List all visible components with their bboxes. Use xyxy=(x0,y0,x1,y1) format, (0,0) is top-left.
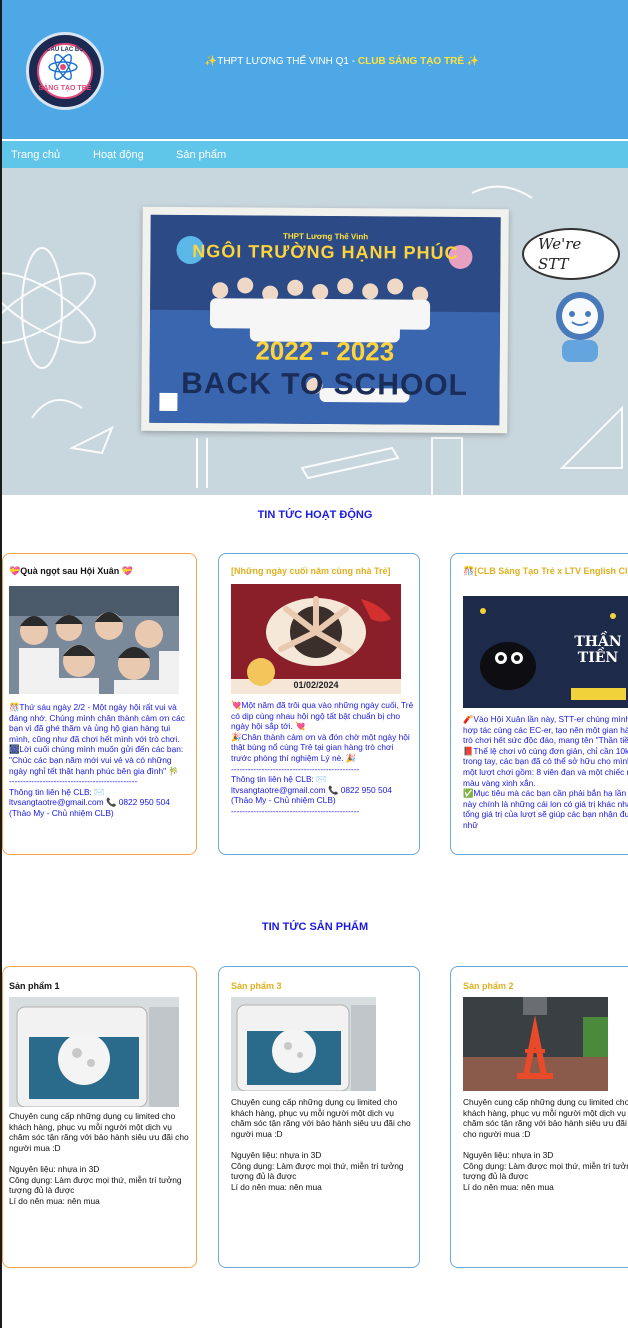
news-image-title: THẦN TIỀN xyxy=(574,634,622,666)
product-card[interactable]: Sản phẩm 2 Chuyên cung cấp những dụng cụ… xyxy=(450,966,628,1268)
nav-item-products[interactable]: Sản phẩm xyxy=(176,149,226,161)
banner-year: 2022 - 2023 xyxy=(255,335,395,367)
news-section-title: TIN TỨC HOẠT ĐỘNG xyxy=(257,509,373,521)
logo-bottom-text: SÁNG TẠO TRẺ xyxy=(38,85,92,92)
nav-item-home[interactable]: Trang chủ xyxy=(11,149,60,161)
product-card-body: Chuyên cung cấp những dụng cụ limited ch… xyxy=(9,1111,189,1206)
site-header: CÂU LẠC BỘ SÁNG TẠO TRẺ ✨THPT LƯƠNG THẾ … xyxy=(2,0,628,139)
banner-back-to-school: BACK TO SCHOOL xyxy=(181,366,469,402)
nav-item-activities[interactable]: Hoạt động xyxy=(93,149,144,161)
product-card-body: Chuyên cung cấp những dụng cụ limited ch… xyxy=(463,1097,628,1192)
news-image-caption: 01/02/2024 xyxy=(293,680,339,690)
product-card-image[interactable] xyxy=(231,997,376,1091)
site-title: ✨THPT LƯƠNG THẾ VINH Q1 - CLUB SÁNG TẠO … xyxy=(132,56,552,67)
atom-icon xyxy=(48,53,78,81)
product-card-heading: Sản phẩm 1 xyxy=(9,981,60,991)
news-card-image[interactable]: 01/02/2024 xyxy=(231,584,401,694)
news-photo-2 xyxy=(231,584,401,694)
eiffel-print-photo xyxy=(463,997,608,1091)
news-card-heading: 🎊[CLB Sáng Tạo Trẻ x LTV English Club] xyxy=(463,566,628,576)
product-card-image[interactable] xyxy=(463,997,608,1091)
hero-banner: We're STT THPT Lương Thế Vinh NGÔI TRƯỜN… xyxy=(2,168,628,495)
news-card-image[interactable]: THẦN TIỀN xyxy=(463,596,628,708)
title-highlight: CLUB SÁNG TẠO TRẺ xyxy=(357,56,464,67)
product-card[interactable]: Sản phẩm 1 Chuyên cung cấp những dụng cụ… xyxy=(2,966,197,1268)
title-prefix: ✨THPT LƯƠNG THẾ VINH Q1 - xyxy=(204,56,358,67)
printer-photo xyxy=(9,997,179,1107)
news-card[interactable]: 🎊[CLB Sáng Tạo Trẻ x LTV English Club] T… xyxy=(450,553,628,855)
news-card-body: 💘Một năm đã trôi qua vào những ngày cuối… xyxy=(231,700,414,816)
news-card-body: 🧨Vào Hội Xuân lần này, STT-er chúng mìn h… xyxy=(463,714,628,830)
product-card-image[interactable] xyxy=(9,997,179,1107)
printer-photo xyxy=(231,997,376,1091)
news-card-heading: [Những ngày cuối năm cùng nhà Trẻ] xyxy=(231,566,391,576)
news-photo-1 xyxy=(9,586,179,694)
news-card-body: 🎊Thứ sáu ngày 2/2 - Một ngày hội rất vui… xyxy=(9,702,185,818)
hero-photo-frame: THPT Lương Thế Vinh NGÔI TRƯỜNG HẠNH PHÚ… xyxy=(141,206,509,434)
product-card-heading: Sản phẩm 3 xyxy=(231,981,282,991)
page: CÂU LẠC BỘ SÁNG TẠO TRẺ ✨THPT LƯƠNG THẾ … xyxy=(2,0,628,1328)
main-nav: Trang chủ Hoạt động Sản phẩm xyxy=(2,139,628,168)
news-card-image[interactable] xyxy=(9,586,179,694)
product-card[interactable]: Sản phẩm 3 Chuyên cung cấp những dụng cụ… xyxy=(218,966,420,1268)
news-card-heading: 💝Quà ngọt sau Hội Xuân 💝 xyxy=(9,566,133,576)
news-card[interactable]: [Những ngày cuối năm cùng nhà Trẻ] 01/02… xyxy=(218,553,420,855)
news-card[interactable]: 💝Quà ngọt sau Hội Xuân 💝 🎊Thứ sáu ngày 2… xyxy=(2,553,197,855)
speech-text: We're STT xyxy=(538,235,582,273)
product-card-heading: Sản phẩm 2 xyxy=(463,981,514,991)
products-section-title: TIN TỨC SẢN PHẨM xyxy=(261,921,369,933)
product-card-body: Chuyên cung cấp những dụng cụ limited ch… xyxy=(231,1097,411,1192)
club-logo[interactable]: CÂU LẠC BỘ SÁNG TẠO TRẺ xyxy=(26,32,104,110)
logo-top-text: CÂU LẠC BỘ xyxy=(46,47,84,53)
banner-headline: NGÔI TRƯỜNG HẠNH PHÚC xyxy=(192,241,459,263)
hero-photo[interactable]: THPT Lương Thế Vinh NGÔI TRƯỜNG HẠNH PHÚ… xyxy=(149,214,501,426)
title-suffix: ✨ xyxy=(463,56,480,67)
